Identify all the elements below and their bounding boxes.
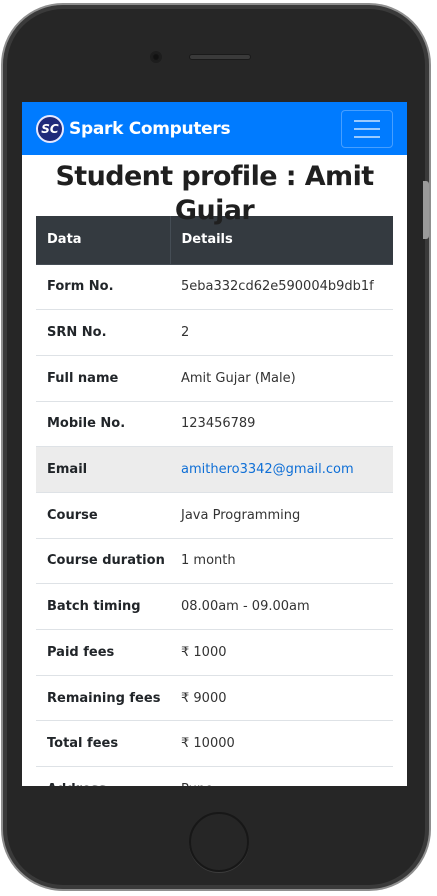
table-row: SRN No. 2 — [36, 310, 393, 356]
row-label: Course duration — [47, 553, 165, 569]
row-value: 1 month — [181, 553, 236, 569]
row-label: Total fees — [47, 736, 119, 752]
row-label: SRN No. — [47, 325, 107, 341]
row-label: Paid fees — [47, 644, 115, 660]
table-row: Course duration 1 month — [36, 538, 393, 584]
table-row: Batch timing 08.00am - 09.00am — [36, 584, 393, 630]
row-value: 5eba332cd62e590004b9db1f — [181, 279, 374, 295]
row-label: Course — [47, 507, 98, 523]
row-value: Pune — [170, 767, 393, 786]
table-row: Remaining fees ₹ 9000 — [36, 675, 393, 721]
email-link[interactable]: amithero3342@gmail.com — [181, 462, 354, 477]
table-row: Address Pune — [36, 767, 393, 786]
row-label: Form No. — [47, 279, 114, 295]
row-label: Remaining fees — [47, 690, 161, 706]
row-value-cell: amithero3342@gmail.com — [170, 447, 393, 493]
row-value: ₹ 1000 — [181, 644, 227, 660]
brand[interactable]: SC Spark Computers — [36, 114, 231, 143]
table-row: Full name Amit Gujar (Male) — [36, 355, 393, 402]
page-title: Student profile : Amit Gujar — [55, 161, 374, 226]
brand-name: Spark Computers — [69, 118, 231, 139]
row-value: Amit Gujar (Male) — [181, 370, 296, 386]
hamburger-icon — [354, 135, 380, 138]
table-row-highlighted: Email amithero3342@gmail.com — [36, 446, 393, 493]
table-row: Form No. 5eba332cd62e590004b9db1f — [36, 264, 393, 310]
row-label: Mobile No. — [47, 416, 126, 432]
navbar: SC Spark Computers — [22, 102, 407, 155]
side-button — [423, 181, 429, 239]
row-value: Java Programming — [181, 507, 301, 523]
row-label: Address — [36, 767, 170, 786]
row-value: 08.00am - 09.00am — [181, 599, 310, 615]
column-header-data: Data — [36, 216, 170, 265]
table-row: Total fees ₹ 10000 — [36, 721, 393, 767]
row-label: Batch timing — [47, 599, 141, 615]
table-row: Paid fees ₹ 1000 — [36, 630, 393, 676]
row-value: ₹ 9000 — [181, 690, 227, 706]
table-row: Course Java Programming — [36, 492, 393, 539]
home-button[interactable] — [189, 812, 249, 872]
row-label: Email — [47, 462, 88, 478]
hamburger-icon — [354, 119, 380, 122]
screen: SC Spark Computers Student profile : Ami… — [22, 102, 407, 786]
row-label: Full name — [47, 370, 119, 386]
table-row: Mobile No. 123456789 — [36, 401, 393, 447]
row-value: ₹ 10000 — [181, 736, 235, 752]
student-profile-table: Data Details Form No. 5eba332cd62e590004… — [36, 216, 393, 786]
row-value: 2 — [181, 325, 190, 341]
logo-icon: SC — [36, 114, 64, 143]
speaker — [189, 54, 251, 60]
camera — [150, 51, 162, 63]
hamburger-icon — [354, 127, 380, 130]
menu-toggle-button[interactable] — [341, 109, 393, 148]
row-value: 123456789 — [181, 416, 256, 432]
